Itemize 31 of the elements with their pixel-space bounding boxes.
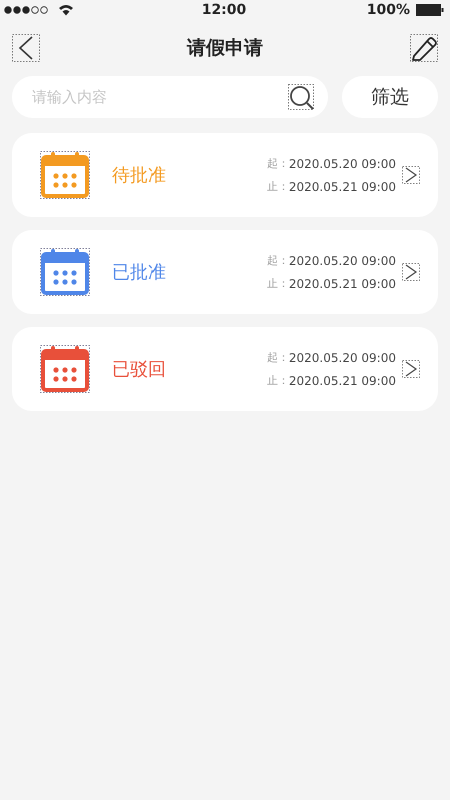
search-field[interactable]: 请输入内容 bbox=[12, 76, 328, 118]
filter-button[interactable]: 筛选 bbox=[342, 76, 438, 118]
start-label: 起： bbox=[266, 350, 289, 365]
status-time: 12:00 bbox=[202, 2, 246, 18]
start-time: 2020.05.20 09:00 bbox=[288, 254, 396, 268]
page-title: 请假申请 bbox=[187, 36, 263, 61]
chevron-right-icon[interactable] bbox=[402, 360, 420, 378]
battery-percentage: 100% bbox=[366, 2, 410, 18]
search-icon[interactable] bbox=[288, 84, 314, 110]
start-label: 起： bbox=[266, 253, 289, 268]
leave-request-card[interactable]: 已批准 起：2020.05.20 09:00 止：2020.05.21 09:00 bbox=[12, 230, 438, 314]
end-time: 2020.05.21 09:00 bbox=[288, 276, 396, 290]
leave-request-card[interactable]: 已驳回 起：2020.05.20 09:00 止：2020.05.21 09:00 bbox=[12, 327, 438, 411]
status-label: 待批准 bbox=[112, 164, 167, 187]
start-label: 起： bbox=[266, 156, 289, 171]
chevron-right-icon[interactable] bbox=[402, 263, 420, 281]
leave-request-card[interactable]: 待批准 起：2020.05.20 09:00 止：2020.05.21 09:00 bbox=[12, 133, 438, 217]
start-time: 2020.05.20 09:00 bbox=[288, 350, 396, 364]
end-label: 止： bbox=[266, 179, 289, 194]
end-time: 2020.05.21 09:00 bbox=[288, 374, 396, 388]
start-time: 2020.05.20 09:00 bbox=[288, 156, 396, 170]
status-label: 已驳回 bbox=[112, 358, 167, 381]
end-time: 2020.05.21 09:00 bbox=[288, 180, 396, 194]
end-label: 止： bbox=[266, 276, 289, 291]
pencil-icon[interactable] bbox=[410, 34, 438, 62]
wifi-icon bbox=[58, 4, 74, 16]
status-label: 已批准 bbox=[112, 261, 167, 284]
battery-icon bbox=[416, 4, 444, 16]
end-label: 止： bbox=[266, 373, 289, 388]
back-icon[interactable] bbox=[12, 34, 40, 62]
chevron-right-icon[interactable] bbox=[402, 166, 420, 184]
